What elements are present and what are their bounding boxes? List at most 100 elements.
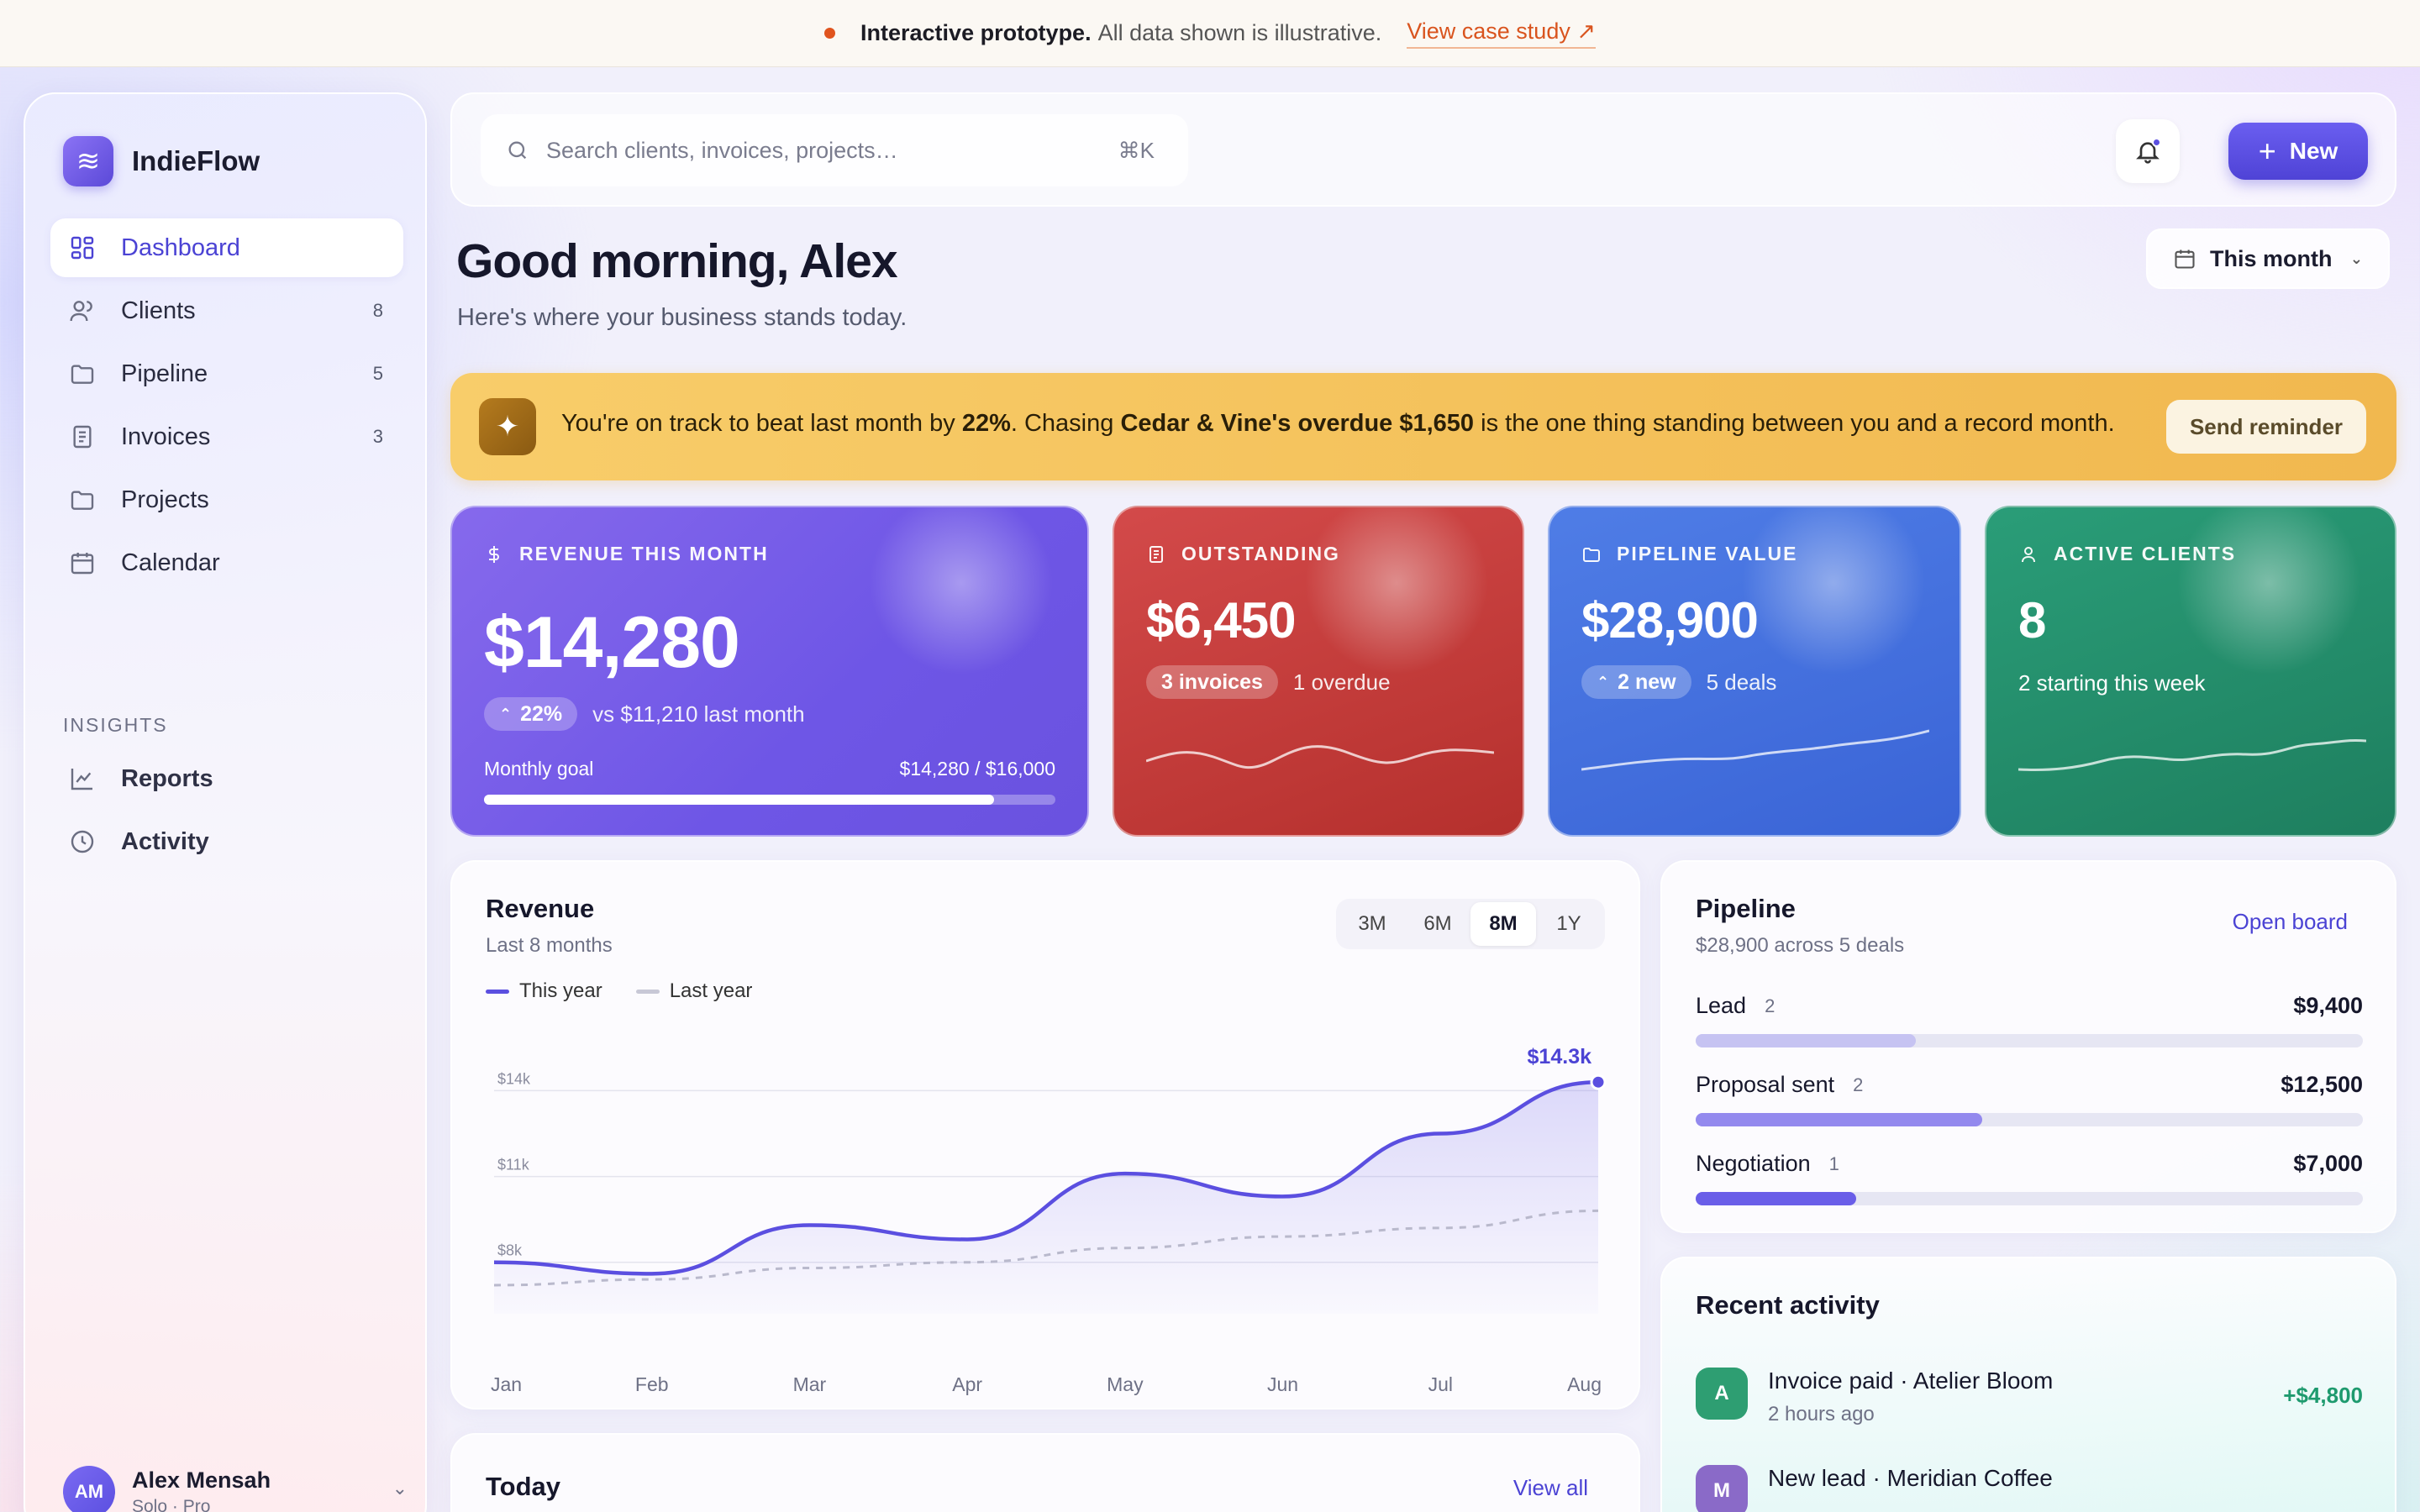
stage-bar-fill xyxy=(1696,1113,1983,1126)
period-select[interactable]: This month ⌄ xyxy=(2146,228,2390,289)
chevron-up-icon: ⌃ xyxy=(1597,673,1610,690)
open-board-link[interactable]: Open board xyxy=(2233,909,2348,935)
brand[interactable]: ≋ IndieFlow xyxy=(63,136,260,186)
case-study-link[interactable]: View case study ↗ xyxy=(1407,18,1596,49)
search-input[interactable]: Search clients, invoices, projects… ⌘K xyxy=(481,114,1188,186)
insight-text-part: You're on track to beat last month by xyxy=(561,410,962,437)
kpi-outstanding-card[interactable]: OUTSTANDING $6,450 3 invoices 1 overdue xyxy=(1113,506,1524,837)
pipeline-stage-lead[interactable]: Lead 2 $9,400 xyxy=(1696,993,2363,1047)
insight-highlight: 22% xyxy=(961,410,1011,437)
x-tick-label: Mar xyxy=(793,1373,827,1395)
kpi-revenue-card[interactable]: REVENUE THIS MONTH $14,280 ⌃ 22% vs $11,21… xyxy=(450,506,1089,837)
kpi-label-text: REVENUE THIS MONTH xyxy=(519,543,769,564)
insight-banner: ✦ You're on track to beat last month by … xyxy=(450,373,2396,480)
sidebar: ≋ IndieFlow Dashboard Clients 8 Pipeline… xyxy=(24,92,427,1512)
pipeline-stage-negotiation[interactable]: Negotiation 1 $7,000 xyxy=(1696,1151,2363,1205)
insight-highlight: Cedar & Vine's overdue $1,650 xyxy=(1120,410,1475,437)
activity-item[interactable]: M New lead · Meridian Coffee xyxy=(1696,1465,2363,1512)
kpi-meta: 1 overdue xyxy=(1292,669,1391,695)
folder-icon xyxy=(71,365,94,384)
trend-icon xyxy=(71,769,92,790)
view-all-link[interactable]: View all xyxy=(1513,1475,1588,1501)
insight-text: You're on track to beat last month by 22… xyxy=(561,410,2115,438)
stage-count: 1 xyxy=(1828,1152,1839,1174)
sidebar-item-invoices[interactable]: Invoices 3 xyxy=(50,407,403,466)
user-icon xyxy=(2022,546,2035,562)
y-tick-label: $8k xyxy=(497,1242,523,1259)
notification-dot xyxy=(2152,138,2161,147)
kpi-pipeline-card[interactable]: PIPELINE VALUE $28,900 ⌃ 2 new 5 deals xyxy=(1548,506,1961,837)
x-tick-label: May xyxy=(1107,1373,1144,1395)
x-tick-label: Feb xyxy=(635,1373,669,1395)
avatar: AM xyxy=(63,1466,115,1512)
document-icon xyxy=(1150,545,1163,563)
activity-avatar: M xyxy=(1696,1465,1748,1512)
folder-icon xyxy=(1583,547,1600,562)
stage-amount: $12,500 xyxy=(2281,1072,2363,1097)
kpi-label: ACTIVE CLIENTS xyxy=(2018,543,2236,565)
peak-point[interactable] xyxy=(1590,1074,1607,1090)
x-tick-label: Jan xyxy=(491,1373,522,1395)
kpi-label: REVENUE THIS MONTH xyxy=(484,543,769,565)
new-button[interactable]: + New xyxy=(2228,123,2368,180)
y-tick-label: $11k xyxy=(497,1157,530,1173)
search-shortcut: ⌘K xyxy=(1118,137,1155,163)
sidebar-item-clients[interactable]: Clients 8 xyxy=(50,281,403,340)
stage-bar-fill xyxy=(1696,1192,1856,1205)
kpi-label-text: PIPELINE VALUE xyxy=(1617,543,1798,564)
sidebar-item-calendar[interactable]: Calendar xyxy=(50,533,403,592)
send-reminder-button[interactable]: Send reminder xyxy=(2166,400,2366,454)
user-plan: Solo · Pro xyxy=(132,1496,211,1512)
top-bar: Search clients, invoices, projects… ⌘K +… xyxy=(450,92,2396,207)
insight-text-part: . Chasing xyxy=(1010,410,1121,437)
user-menu[interactable]: AM Alex Mensah Solo · Pro ⌄ xyxy=(63,1466,408,1512)
stage-amount: $7,000 xyxy=(2293,1151,2363,1176)
card-glow xyxy=(869,507,1054,675)
activity-item[interactable]: A Invoice paid · Atelier Bloom 2 hours ag… xyxy=(1696,1368,2363,1426)
sidebar-item-dashboard[interactable]: Dashboard xyxy=(50,218,403,277)
folder-icon xyxy=(71,491,94,510)
kpi-value: $6,450 xyxy=(1146,592,1297,648)
stage-amount: $9,400 xyxy=(2293,993,2363,1018)
waves-logo-icon: ≋ xyxy=(63,136,113,186)
chevron-down-icon: ⌄ xyxy=(2349,249,2363,267)
stage-bar xyxy=(1696,1192,2363,1205)
activity-title: Invoice paid · Atelier Bloom xyxy=(1768,1368,2054,1394)
sidebar-item-pipeline[interactable]: Pipeline 5 xyxy=(50,344,403,403)
invoices-badge: 3 invoices xyxy=(1146,665,1278,699)
panel-title: Recent activity xyxy=(1696,1290,1880,1320)
document-icon xyxy=(73,425,92,449)
page-title: Good morning, Alex xyxy=(456,234,898,288)
kpi-meta: 5 deals xyxy=(1706,669,1777,695)
kpi-clients-card[interactable]: ACTIVE CLIENTS 8 2 starting this week xyxy=(1985,506,2396,837)
kpi-value: $28,900 xyxy=(1581,592,1759,648)
stage-count: 2 xyxy=(1853,1074,1864,1095)
count-badge: 8 xyxy=(372,300,383,321)
x-tick-label: Jul xyxy=(1428,1373,1453,1395)
goal-value: $14,280 / $16,000 xyxy=(899,758,1055,780)
sidebar-item-reports[interactable]: Reports xyxy=(50,749,403,808)
x-tick-label: Aug xyxy=(1567,1373,1602,1395)
recent-activity-panel: Recent activity A Invoice paid · Atelier… xyxy=(1660,1257,2396,1512)
pipeline-stage-proposal[interactable]: Proposal sent 2 $12,500 xyxy=(1696,1072,2363,1126)
sidebar-item-activity[interactable]: Activity xyxy=(50,812,403,871)
plus-icon: + xyxy=(2258,134,2276,168)
pipeline-panel: Pipeline $28,900 across 5 deals Open boa… xyxy=(1660,860,2396,1233)
new-button-label: New xyxy=(2289,138,2338,164)
sidebar-item-label: Calendar xyxy=(121,549,220,576)
panel-title: Today xyxy=(486,1472,560,1501)
notifications-button[interactable] xyxy=(2116,119,2180,183)
new-deals-value: 2 new xyxy=(1618,669,1676,694)
sidebar-item-label: Projects xyxy=(121,486,209,513)
user-name: Alex Mensah xyxy=(132,1467,271,1493)
stage-name: Proposal sent xyxy=(1696,1072,1835,1097)
panel-subtitle: $28,900 across 5 deals xyxy=(1696,934,1905,957)
stage-count: 2 xyxy=(1765,995,1776,1016)
goal-progress-bar xyxy=(484,795,1055,805)
sidebar-item-projects[interactable]: Projects xyxy=(50,470,403,529)
period-label: This month xyxy=(2210,245,2333,271)
search-icon xyxy=(508,141,527,160)
count-badge: 3 xyxy=(372,426,383,447)
stage-name: Negotiation xyxy=(1696,1151,1811,1176)
sidebar-item-label: Dashboard xyxy=(121,234,240,261)
